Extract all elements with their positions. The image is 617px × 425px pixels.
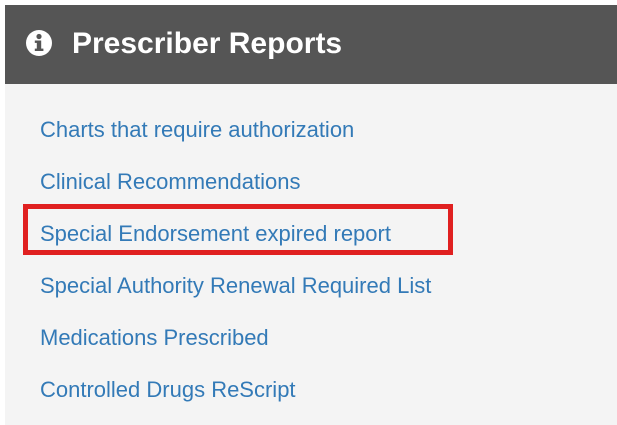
report-link-special-endorsement-expired[interactable]: Special Endorsement expired report [40,219,391,249]
prescriber-reports-panel: Prescriber Reports Charts that require a… [5,5,617,425]
report-link-medications-prescribed[interactable]: Medications Prescribed [40,323,269,353]
report-link-controlled-drugs-rescript[interactable]: Controlled Drugs ReScript [40,375,296,405]
report-link-clinical-recommendations[interactable]: Clinical Recommendations [40,167,300,197]
info-circle-icon [26,30,52,56]
report-link-charts-require-authorization[interactable]: Charts that require authorization [40,115,354,145]
panel-title: Prescriber Reports [72,27,343,60]
report-link-special-authority-renewal[interactable]: Special Authority Renewal Required List [40,271,431,301]
panel-header: Prescriber Reports [5,5,617,84]
